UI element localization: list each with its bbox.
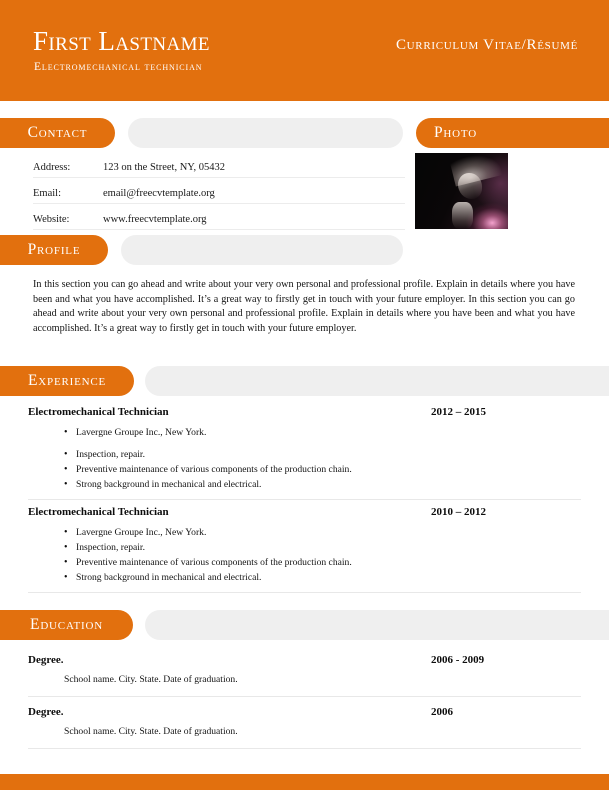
list-item: Strong background in mechanical and elec… (28, 477, 581, 492)
education-date: 2006 - 2009 (431, 654, 485, 666)
list-item: Lavergne Groupe Inc., New York. (28, 425, 581, 440)
experience-job-date: 2012 – 2015 (431, 406, 486, 418)
list-item: Inspection, repair. (28, 447, 581, 462)
header-banner: First Lastname Electromechanical technic… (0, 0, 609, 101)
contact-value-email[interactable]: email@freecvtemplate.org (103, 188, 405, 203)
contact-value-address: 123 on the Street, NY, 05432 (103, 162, 226, 173)
section-header-profile: Profile (0, 235, 609, 265)
education-entry: Degree. 2006 - 2009 School name. City. S… (28, 645, 581, 697)
portrait-photo-icon (415, 153, 508, 229)
list-item: Inspection, repair. (28, 540, 581, 555)
cv-page: First Lastname Electromechanical technic… (0, 0, 609, 790)
section-tab-contact: Contact (0, 118, 115, 148)
section-tab-profile: Profile (0, 235, 108, 265)
section-tab-education: Education (0, 610, 133, 640)
education-degree: Degree. (28, 654, 64, 666)
education-school-line: School name. City. State. Date of gradua… (64, 726, 238, 737)
education-list: Degree. 2006 - 2009 School name. City. S… (0, 645, 609, 749)
contact-label-website: Website: (33, 214, 70, 225)
header-subtitle: Electromechanical technician (34, 61, 203, 73)
contact-value-website[interactable]: www.freecvtemplate.org (103, 214, 405, 229)
contact-row-address: Address: 123 on the Street, NY, 05432 (33, 152, 405, 178)
experience-job-title: Electromechanical Technician (28, 406, 169, 418)
section-tab-photo: Photo (416, 118, 609, 148)
contact-label-address: Address: (33, 162, 71, 173)
contact-details-list: Address: 123 on the Street, NY, 05432 Em… (33, 152, 405, 230)
experience-job-title: Electromechanical Technician (28, 506, 169, 518)
experience-bullet-list: Lavergne Groupe Inc., New York. Inspecti… (28, 525, 581, 585)
experience-list: Electromechanical Technician 2012 – 2015… (0, 400, 609, 593)
section-greybar-contact (128, 118, 403, 148)
experience-entry-header: Electromechanical Technician 2010 – 2012 (28, 506, 581, 518)
experience-job-date: 2010 – 2012 (431, 506, 486, 518)
portrait-neck-highlight (452, 201, 473, 229)
footer-band (0, 774, 609, 790)
contact-label-email: Email: (33, 188, 61, 199)
list-item: Strong background in mechanical and elec… (28, 570, 581, 585)
contact-row-email: Email: email@freecvtemplate.org (33, 178, 405, 204)
section-header-education: Education (0, 610, 609, 640)
avatar (415, 153, 508, 229)
education-school-line: School name. City. State. Date of gradua… (64, 674, 238, 685)
profile-paragraph: In this section you can go ahead and wri… (33, 279, 575, 334)
section-header-photo: Photo (416, 118, 609, 148)
list-item: Preventive maintenance of various compon… (28, 555, 581, 570)
education-entry-header: Degree. 2006 - 2009 (28, 654, 581, 666)
list-item: Preventive maintenance of various compon… (28, 462, 581, 477)
section-greybar-education (145, 610, 609, 640)
section-greybar-profile (121, 235, 403, 265)
education-entry: Degree. 2006 School name. City. State. D… (28, 697, 581, 749)
education-date: 2006 (431, 706, 453, 718)
experience-bullet-list: Lavergne Groupe Inc., New York. Inspecti… (28, 425, 581, 492)
section-header-experience: Experience (0, 366, 609, 396)
page-title: First Lastname (33, 26, 210, 56)
education-degree: Degree. (28, 706, 64, 718)
experience-entry-header: Electromechanical Technician 2012 – 2015 (28, 406, 581, 418)
section-greybar-experience (145, 366, 609, 396)
experience-entry: Electromechanical Technician 2012 – 2015… (28, 400, 581, 500)
education-entry-header: Degree. 2006 (28, 706, 581, 718)
contact-row-website: Website: www.freecvtemplate.org (33, 204, 405, 230)
list-item: Lavergne Groupe Inc., New York. (28, 525, 581, 540)
experience-entry: Electromechanical Technician 2010 – 2012… (28, 500, 581, 593)
section-tab-experience: Experience (0, 366, 134, 396)
portrait-face-highlight (457, 172, 482, 199)
document-type-label: Curriculum Vitae/Résumé (395, 37, 578, 53)
